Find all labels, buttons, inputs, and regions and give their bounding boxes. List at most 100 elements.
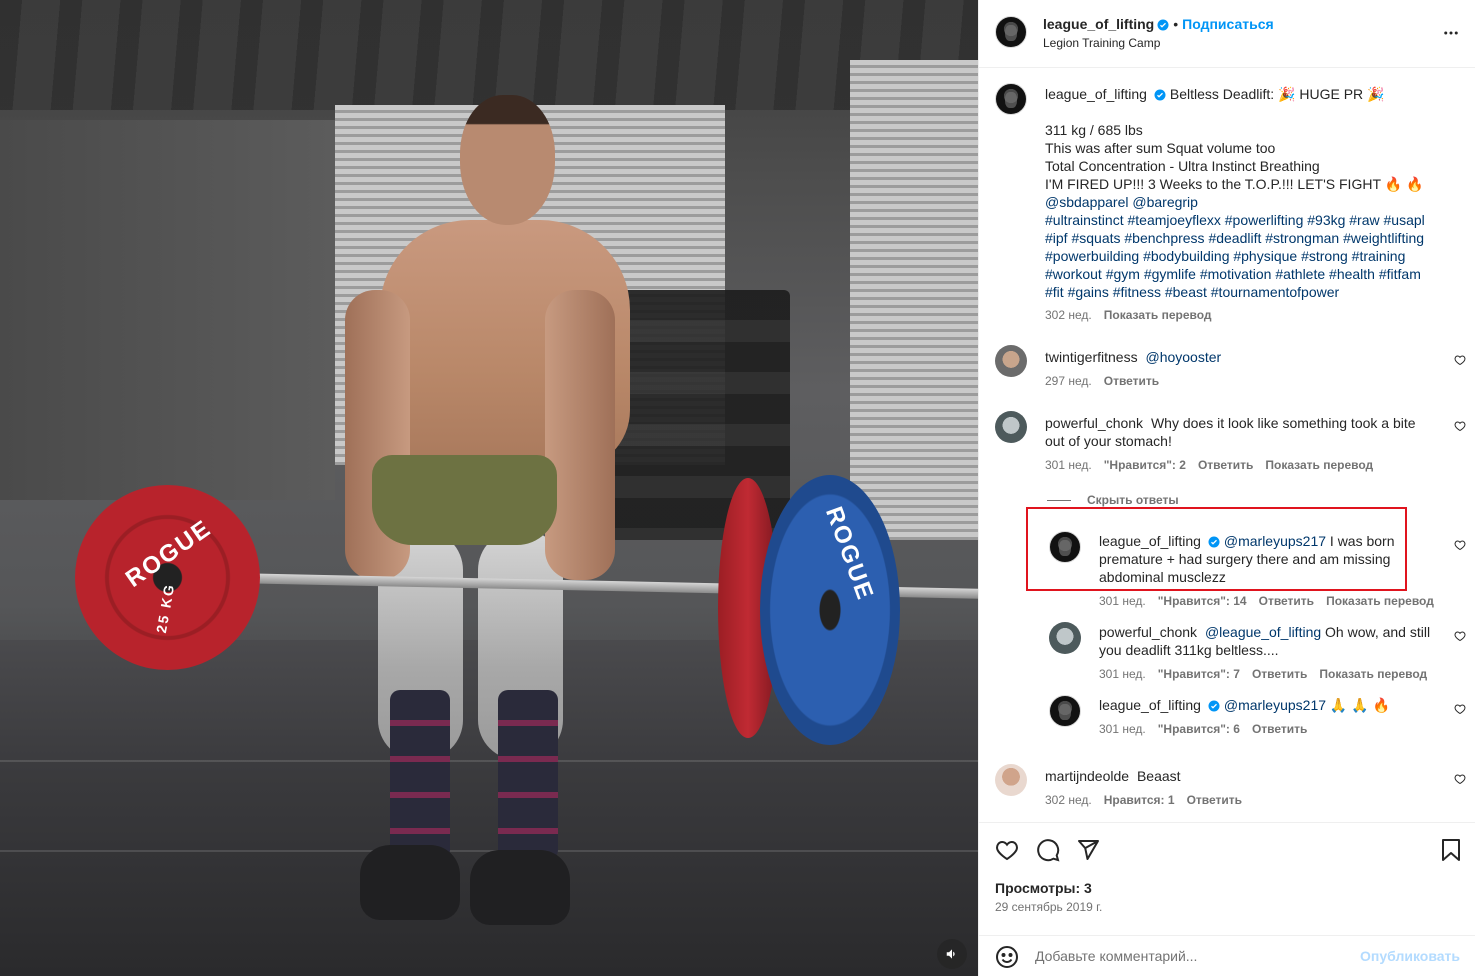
commenter-avatar[interactable] (995, 411, 1027, 443)
replier-username[interactable]: powerful_chonk (1099, 624, 1197, 640)
replier-username[interactable]: league_of_lifting (1099, 697, 1201, 713)
emoji-icon[interactable] (995, 945, 1019, 969)
reply-button[interactable]: Ответить (1252, 722, 1307, 736)
heart-icon[interactable] (1454, 354, 1466, 366)
post-media-video[interactable]: ROGUE 25 KG ROGUE (0, 0, 978, 976)
post-details-panel: league_of_lifting • Подписаться Legion Tra… (978, 0, 1475, 976)
athlete-shoe (470, 850, 570, 925)
caption-line: Beltless Deadlift: 🎉 HUGE PR 🎉 (1169, 86, 1385, 102)
gym-ceiling (0, 0, 978, 110)
caption-time[interactable]: 302 нед. (1045, 308, 1092, 322)
mute-button[interactable] (937, 939, 967, 969)
verified-badge-icon (1157, 19, 1169, 31)
comment-text: Why does it look like something took a b… (1150, 415, 1416, 431)
caption-line: 311 kg / 685 lbs (1045, 122, 1143, 138)
likes-count[interactable]: Нравится: 1 (1104, 793, 1175, 807)
caption-hashtags[interactable]: #fit #gains #fitness #beast #tournamento… (1045, 283, 1455, 301)
translate-button[interactable]: Показать перевод (1319, 667, 1427, 681)
caption-hashtags[interactable]: #ultrainstinct #teamjoeyflexx #powerlift… (1045, 211, 1455, 229)
reply-text: premature + had surgery there and am mis… (1099, 551, 1391, 567)
comment-time[interactable]: 302 нед. (1045, 793, 1092, 807)
comment-composer: Опубликовать (979, 935, 1475, 976)
caption-username[interactable]: league_of_lifting (1045, 86, 1147, 102)
reply-text: you deadlift 311kg beltless.... (1099, 642, 1279, 658)
caption-mentions[interactable]: @sbdapparel @baregrip (1045, 193, 1455, 211)
comment-time[interactable]: 297 нед. (1045, 374, 1092, 388)
location-link[interactable]: Legion Training Camp (1043, 36, 1160, 50)
athlete-head (460, 95, 555, 225)
reply-mention[interactable]: @marleyups217 (1224, 533, 1326, 549)
separator-dot: • (1173, 16, 1179, 32)
commenter-username[interactable]: martijndeolde (1045, 768, 1129, 784)
caption-avatar[interactable] (995, 83, 1027, 115)
reply-button[interactable]: Ответить (1252, 667, 1307, 681)
send-icon[interactable] (1076, 838, 1100, 862)
reply-time[interactable]: 301 нед. (1099, 667, 1146, 681)
caption-hashtags[interactable]: #ipf #squats #benchpress #deadlift #stro… (1045, 229, 1455, 247)
translate-button[interactable]: Показать перевод (1265, 458, 1373, 472)
more-icon[interactable] (1442, 24, 1460, 42)
comment-time[interactable]: 301 нед. (1045, 458, 1092, 472)
reply-button[interactable]: Ответить (1259, 594, 1314, 608)
bookmark-icon[interactable] (1440, 838, 1462, 862)
post-date[interactable]: 29 сентябрь 2019 г. (995, 900, 1102, 914)
reply-button[interactable]: Ответить (1198, 458, 1253, 472)
replier-username[interactable]: league_of_lifting (1099, 533, 1201, 549)
post-actions: Просмотры: 3 29 сентябрь 2019 г. Опублик… (979, 822, 1475, 976)
reply-text: I was born (1329, 533, 1395, 549)
likes-count[interactable]: "Нравится": 6 (1158, 722, 1240, 736)
caption-line: Total Concentration - Ultra Instinct Bre… (1045, 158, 1320, 174)
reply-mention[interactable]: @marleyups217 (1224, 697, 1326, 713)
athlete-shoe (360, 845, 460, 920)
replier-avatar[interactable] (1049, 531, 1081, 563)
commenter-avatar[interactable] (995, 764, 1027, 796)
reply-button[interactable]: Ответить (1104, 374, 1159, 388)
likes-count[interactable]: "Нравится": 7 (1158, 667, 1240, 681)
commenter-username[interactable]: twintigerfitness (1045, 349, 1138, 365)
heart-icon[interactable] (1454, 773, 1466, 785)
athlete-sock (498, 690, 558, 860)
translate-button[interactable]: Показать перевод (1326, 594, 1434, 608)
replier-avatar[interactable] (1049, 695, 1081, 727)
comments-scroll-area[interactable]: league_of_lifting Beltless Deadlift: 🎉 H… (979, 69, 1475, 822)
comment-icon[interactable] (1036, 838, 1060, 862)
commenter-avatar[interactable] (995, 345, 1027, 377)
reply-text: abdominal musclezz (1099, 569, 1226, 585)
heart-icon[interactable] (1454, 420, 1466, 432)
likes-count[interactable]: "Нравится": 14 (1158, 594, 1247, 608)
hide-replies-button[interactable]: Скрыть ответы (1047, 493, 1179, 507)
athlete-shorts (372, 455, 557, 545)
comment-text: Beaast (1136, 768, 1181, 784)
hide-replies-label: Скрыть ответы (1087, 493, 1179, 507)
volume-icon (946, 949, 955, 959)
reply-time[interactable]: 301 нед. (1099, 594, 1146, 608)
reply-time[interactable]: 301 нед. (1099, 722, 1146, 736)
caption-hashtags[interactable]: #workout #gym #gymlife #motivation #athl… (1045, 265, 1455, 283)
comment-mention[interactable]: @hoyooster (1145, 349, 1221, 365)
views-count[interactable]: Просмотры: 3 (995, 880, 1092, 896)
heart-icon[interactable] (1454, 539, 1466, 551)
athlete-sock (390, 690, 450, 860)
roller-shutter-door (850, 60, 978, 540)
reply-button[interactable]: Ответить (1187, 793, 1242, 807)
reply-mention[interactable]: @league_of_lifting (1205, 624, 1321, 640)
replier-avatar[interactable] (1049, 622, 1081, 654)
divider-line (1047, 500, 1071, 502)
heart-icon[interactable] (1454, 703, 1466, 715)
author-avatar[interactable] (995, 16, 1027, 48)
likes-count[interactable]: "Нравится": 2 (1104, 458, 1186, 472)
publish-button[interactable]: Опубликовать (1360, 948, 1460, 964)
heart-icon[interactable] (1454, 630, 1466, 642)
comment-text: out of your stomach! (1045, 433, 1172, 449)
gym-wall (0, 120, 335, 500)
reply-text: 🙏 🙏 🔥 (1329, 697, 1390, 713)
follow-button[interactable]: Подписаться (1182, 16, 1274, 32)
translate-button[interactable]: Показать перевод (1104, 308, 1212, 322)
caption-line: This was after sum Squat volume too (1045, 140, 1276, 156)
caption-hashtags[interactable]: #powerbuilding #bodybuilding #physique #… (1045, 247, 1455, 265)
comment-input[interactable] (1035, 944, 1355, 968)
author-username[interactable]: league_of_lifting (1043, 16, 1154, 32)
post-header: league_of_lifting • Подписаться Legion Tra… (979, 0, 1475, 68)
commenter-username[interactable]: powerful_chonk (1045, 415, 1143, 431)
heart-icon[interactable] (995, 838, 1019, 862)
